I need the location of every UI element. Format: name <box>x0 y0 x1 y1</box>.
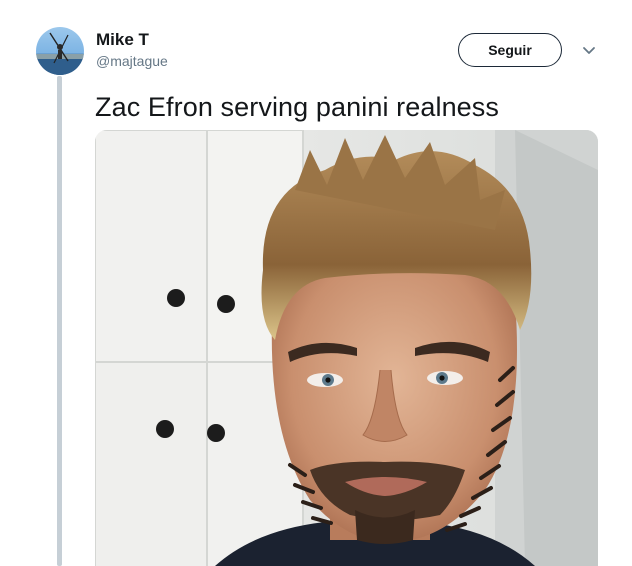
thread-connector-line <box>57 76 62 566</box>
author-name[interactable]: Mike T <box>96 30 149 50</box>
avatar[interactable] <box>36 27 84 75</box>
follow-button[interactable]: Seguir <box>458 33 562 67</box>
chevron-down-icon[interactable] <box>580 42 598 60</box>
tweet-text: Zac Efron serving panini realness <box>95 92 500 122</box>
tweet-photo[interactable] <box>95 130 598 566</box>
author-handle[interactable]: @majtague <box>96 53 168 69</box>
